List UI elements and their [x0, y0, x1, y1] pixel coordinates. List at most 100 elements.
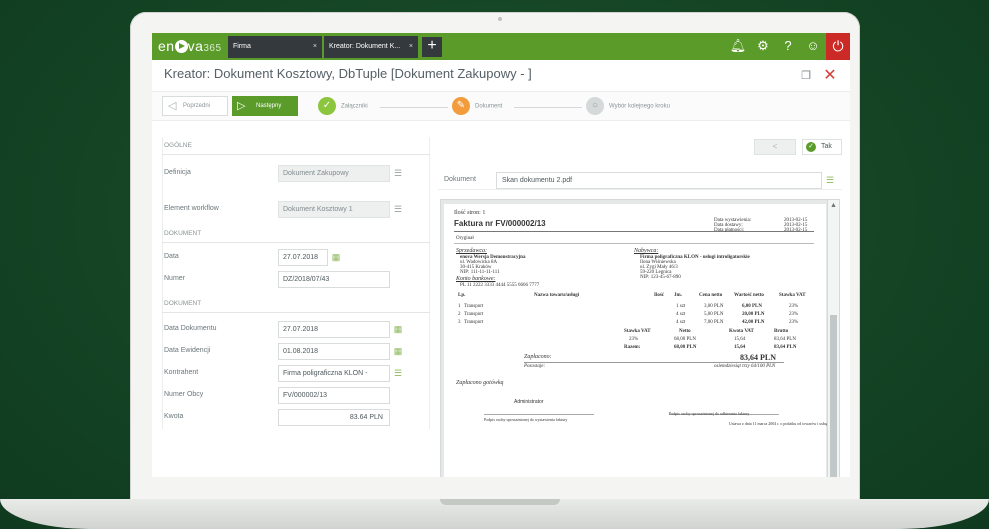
signature-caption: Podpis osoby upoważnionej do wystawienia…: [484, 417, 568, 422]
list-icon[interactable]: ☰: [392, 167, 404, 179]
laptop-camera: [498, 17, 502, 21]
pending-icon: ○: [586, 97, 604, 115]
item-cell: 23%: [789, 320, 799, 325]
list-icon[interactable]: ☰: [392, 203, 404, 215]
item-cell: 2: [458, 312, 461, 317]
previous-button[interactable]: ◁ Poprzedni: [162, 96, 228, 116]
item-cell: 23%: [789, 312, 799, 317]
scrollbar-thumb[interactable]: [830, 315, 837, 477]
previous-label: Poprzedni: [183, 103, 211, 109]
kwota-field[interactable]: 83.64 PLN: [278, 409, 390, 426]
item-cell: 4 szt: [676, 312, 686, 317]
numer-field[interactable]: DZ/2018/07/43: [278, 271, 390, 288]
document-field[interactable]: Skan dokumentu 2.pdf: [496, 172, 822, 189]
tab-close-icon[interactable]: ×: [313, 36, 317, 58]
laptop-notch: [440, 499, 560, 505]
col-header: Jm.: [674, 293, 682, 298]
data-dokumentu-label: Data Dokumentu: [164, 325, 217, 332]
item-cell: 3: [458, 320, 461, 325]
document-row: Dokument Skan dokumentu 2.pdf ☰: [438, 170, 842, 190]
workflow-field[interactable]: Dokument Kosztowy 1: [278, 201, 390, 218]
step-dokument[interactable]: ✎ Dokument: [452, 97, 502, 116]
chevron-up-icon[interactable]: ▲: [830, 202, 837, 209]
user-icon[interactable]: ☺: [804, 37, 822, 55]
step-connector: [380, 107, 448, 108]
step-connector: [514, 107, 582, 108]
help-icon[interactable]: ?: [779, 37, 797, 55]
buyer-line: NIP: 123-45-67-890: [640, 275, 681, 280]
step-wybor[interactable]: ○ Wybór kolejnego kroku: [586, 97, 670, 116]
tab-close-icon[interactable]: ×: [409, 36, 413, 58]
ok-button[interactable]: ✓ Tak: [802, 139, 842, 155]
item-cell: Transport: [464, 304, 484, 309]
close-icon[interactable]: ✕: [822, 68, 838, 84]
data-ewidencji-field[interactable]: 01.08.2018: [278, 343, 390, 360]
divider: [454, 231, 814, 232]
top-bar: en va365 Firma × Kreator: Dokument K... ×…: [152, 33, 850, 60]
back-button[interactable]: <: [754, 139, 796, 155]
next-button[interactable]: ▷ Następny: [232, 96, 298, 116]
col-header: Wartość netto: [734, 293, 764, 298]
kontrahent-label: Kontrahent: [164, 369, 199, 376]
total-cell: 15,64: [734, 345, 746, 350]
power-icon[interactable]: ⏻: [826, 33, 850, 60]
viewer-scrollbar[interactable]: ▲: [827, 200, 839, 477]
invoice-page: Ilość stron: 1 Faktura nr FV/000002/13 D…: [444, 204, 829, 477]
data-field[interactable]: 27.07.2018: [278, 249, 328, 266]
logo-play-icon: [174, 40, 188, 53]
step-zalaczniki[interactable]: ✓ Załączniki: [318, 97, 368, 116]
calendar-icon[interactable]: ▦: [330, 251, 342, 263]
gear-icon[interactable]: ⚙: [754, 37, 772, 55]
item-cell: 4 szt: [676, 320, 686, 325]
logo-number: 365: [203, 43, 222, 54]
row-data-dokumentu: Data Dokumentu 27.07.2018 ▦: [162, 319, 430, 339]
window-restore-icon[interactable]: ❐: [798, 68, 814, 84]
arrow-left-icon: ◁: [168, 100, 177, 112]
list-icon[interactable]: ☰: [826, 174, 834, 186]
document-label: Dokument: [444, 176, 476, 183]
kontrahent-field[interactable]: Firma poligraficzna KLON -: [278, 365, 390, 382]
page-count: Ilość stron: 1: [454, 210, 486, 216]
check-icon: ✓: [318, 97, 336, 115]
definicja-field[interactable]: Dokument Zakupowy: [278, 165, 390, 182]
item-cell: Transport: [464, 312, 484, 317]
row-workflow: Element workflow Dokument Kosztowy 1 ☰: [162, 199, 430, 219]
numer-obcy-field[interactable]: FV/000002/13: [278, 387, 390, 404]
check-icon: ✓: [806, 142, 816, 152]
invoice-title: Faktura nr FV/000002/13: [454, 219, 546, 228]
col-header: Ilość: [654, 293, 664, 298]
col-header: Stawka VAT: [779, 293, 806, 298]
section-general: OGÓLNE: [162, 137, 430, 155]
tab-kreator[interactable]: Kreator: Dokument K... ×: [324, 36, 418, 58]
bell-icon[interactable]: 🔔︎: [729, 37, 747, 55]
item-cell: 6,00 PLN: [742, 304, 762, 309]
invoice-footer: Ustawa z dnia 11 marca 2004 r. o podatku…: [729, 421, 829, 426]
seller-line: NIP: 111-11-11-111: [460, 270, 500, 275]
row-data-ewidencji: Data Ewidencji 01.08.2018 ▦: [162, 341, 430, 361]
calendar-icon[interactable]: ▦: [392, 323, 404, 335]
next-label: Następny: [256, 103, 282, 109]
col-header: Nazwa towaru/usługi: [534, 293, 580, 298]
total-cell: 83,64 PLN: [774, 345, 797, 350]
date-label: Data płatności:: [714, 228, 745, 233]
seller-heading: Sprzedawca:: [456, 248, 487, 254]
document-viewer[interactable]: Ilość stron: 1 Faktura nr FV/000002/13 D…: [440, 199, 840, 477]
payment-note: Zapłacono gotówką: [456, 380, 504, 386]
sum-cell: 83,64 PLN: [774, 337, 796, 342]
sum-header: Kwota VAT: [729, 329, 754, 334]
item-cell: 23%: [789, 304, 799, 309]
enova-logo[interactable]: en va365: [158, 38, 222, 54]
bank-line: PL 11 2222 3333 4444 5555 6666 7777: [460, 283, 540, 288]
sum-header: Brutto: [774, 329, 789, 334]
calendar-icon[interactable]: ▦: [392, 345, 404, 357]
row-data: Data 27.07.2018 ▦: [162, 247, 430, 267]
arrow-right-icon: ▷: [237, 100, 246, 112]
tab-firma[interactable]: Firma ×: [228, 36, 322, 58]
new-tab-button[interactable]: +: [422, 37, 442, 57]
item-cell: 20,00 PLN: [742, 312, 765, 317]
total-label: Razem:: [624, 345, 641, 350]
sum-header: Stawka VAT: [624, 329, 651, 334]
data-dokumentu-field[interactable]: 27.07.2018: [278, 321, 390, 338]
col-header: Cena netto: [699, 293, 723, 298]
list-icon[interactable]: ☰: [392, 367, 404, 379]
